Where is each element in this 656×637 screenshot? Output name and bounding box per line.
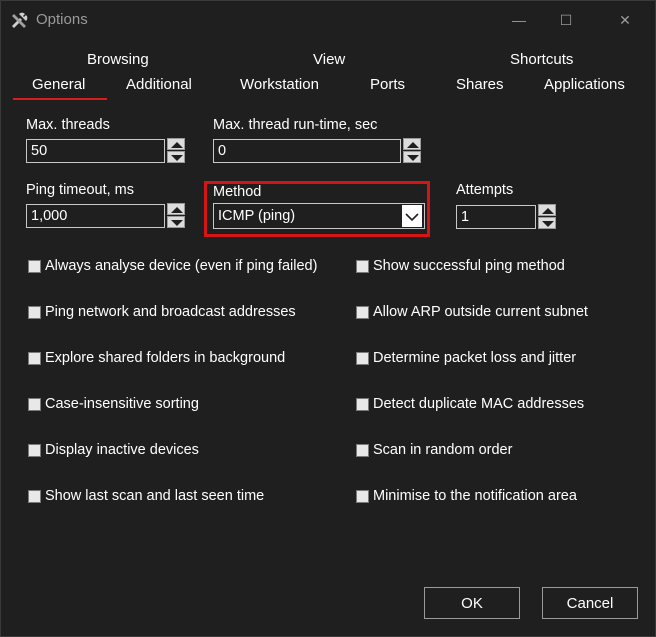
spin-down-button[interactable] <box>167 216 185 228</box>
checkbox-explore-shared[interactable]: Explore shared folders in background <box>28 350 285 366</box>
window-title: Options <box>36 11 88 28</box>
checkbox-box[interactable] <box>28 305 41 319</box>
ping-timeout-label: Ping timeout, ms <box>26 182 134 198</box>
tab-applications[interactable]: Applications <box>544 76 625 93</box>
checkbox-label: Allow ARP outside current subnet <box>373 304 588 320</box>
active-tab-indicator <box>13 98 107 100</box>
checkbox-box[interactable] <box>356 397 369 411</box>
checkbox-box[interactable] <box>356 305 369 319</box>
attempts-input[interactable]: 1 <box>456 205 536 229</box>
checkbox-label: Show successful ping method <box>373 258 565 274</box>
checkbox-duplicate-mac[interactable]: Detect duplicate MAC addresses <box>356 396 584 412</box>
max-threads-input[interactable]: 50 <box>26 139 165 163</box>
title-bar: Options — ☐ ✕ <box>1 1 655 39</box>
checkbox-label: Scan in random order <box>373 442 513 458</box>
triangle-down-icon <box>171 220 183 226</box>
checkbox-label: Case-insensitive sorting <box>45 396 199 412</box>
checkbox-box[interactable] <box>28 259 41 273</box>
tools-icon <box>12 12 28 28</box>
checkbox-label: Explore shared folders in background <box>45 350 286 366</box>
checkbox-box[interactable] <box>356 489 369 503</box>
attempts-label: Attempts <box>456 182 514 198</box>
checkbox-label: Display inactive devices <box>45 442 199 458</box>
checkbox-label: Always analyse device (even if ping fail… <box>45 258 318 274</box>
spin-up-button[interactable] <box>167 203 185 215</box>
checkbox-always-analyse[interactable]: Always analyse device (even if ping fail… <box>28 258 317 274</box>
checkbox-allow-arp[interactable]: Allow ARP outside current subnet <box>356 304 588 320</box>
maximize-icon: ☐ <box>559 11 573 28</box>
spin-up-button[interactable] <box>538 204 556 216</box>
spin-up-button[interactable] <box>167 138 185 150</box>
checkbox-box[interactable] <box>356 351 369 365</box>
cancel-button[interactable]: Cancel <box>542 587 638 619</box>
maximize-button[interactable]: ☐ <box>543 1 589 39</box>
checkbox-packet-loss[interactable]: Determine packet loss and jitter <box>356 350 576 366</box>
triangle-up-icon <box>171 207 183 213</box>
checkbox-random-order[interactable]: Scan in random order <box>356 442 512 458</box>
minimize-button[interactable]: — <box>496 1 542 39</box>
checkbox-case-insensitive[interactable]: Case-insensitive sorting <box>28 396 199 412</box>
triangle-down-icon <box>407 155 419 161</box>
spin-up-button[interactable] <box>403 138 421 150</box>
tab-view[interactable]: View <box>313 51 345 68</box>
checkbox-box[interactable] <box>28 397 41 411</box>
options-dialog: Options — ☐ ✕ Browsing View Shortcuts Ge… <box>0 0 656 637</box>
method-value: ICMP (ping) <box>218 208 296 224</box>
tab-workstation[interactable]: Workstation <box>240 76 319 93</box>
max-runtime-label: Max. thread run-time, sec <box>213 117 378 133</box>
checkbox-label: Minimise to the notification area <box>373 488 577 504</box>
chevron-down-icon <box>402 205 422 227</box>
checkbox-label: Detect duplicate MAC addresses <box>373 396 585 412</box>
tab-shortcuts[interactable]: Shortcuts <box>510 51 573 68</box>
checkbox-box[interactable] <box>28 489 41 503</box>
max-threads-spinner[interactable] <box>167 138 185 164</box>
ping-timeout-input[interactable]: 1,000 <box>26 204 165 228</box>
checkbox-box[interactable] <box>356 259 369 273</box>
checkbox-label: Show last scan and last seen time <box>45 488 265 504</box>
checkbox-label: Ping network and broadcast addresses <box>45 304 296 320</box>
triangle-up-icon <box>407 142 419 148</box>
checkbox-display-inactive[interactable]: Display inactive devices <box>28 442 199 458</box>
spin-down-button[interactable] <box>403 151 421 163</box>
tab-browsing[interactable]: Browsing <box>87 51 149 68</box>
spin-down-button[interactable] <box>538 217 556 229</box>
attempts-spinner[interactable] <box>538 204 556 230</box>
max-runtime-spinner[interactable] <box>403 138 421 164</box>
minimize-icon: — <box>512 12 526 28</box>
checkbox-ping-network[interactable]: Ping network and broadcast addresses <box>28 304 296 320</box>
close-icon: ✕ <box>619 11 631 28</box>
tab-general[interactable]: General <box>32 76 85 93</box>
tab-ports[interactable]: Ports <box>370 76 405 93</box>
max-threads-label: Max. threads <box>26 117 110 133</box>
checkbox-box[interactable] <box>356 443 369 457</box>
triangle-up-icon <box>542 208 554 214</box>
checkbox-show-last-scan[interactable]: Show last scan and last seen time <box>28 488 264 504</box>
triangle-down-icon <box>171 155 183 161</box>
checkbox-minimise-tray[interactable]: Minimise to the notification area <box>356 488 577 504</box>
checkbox-show-ping-method[interactable]: Show successful ping method <box>356 258 565 274</box>
checkbox-box[interactable] <box>28 351 41 365</box>
triangle-up-icon <box>171 142 183 148</box>
tab-shares[interactable]: Shares <box>456 76 504 93</box>
checkbox-label: Determine packet loss and jitter <box>373 350 577 366</box>
triangle-down-icon <box>542 221 554 227</box>
ok-button[interactable]: OK <box>424 587 520 619</box>
max-runtime-input[interactable]: 0 <box>213 139 401 163</box>
method-label: Method <box>213 184 262 200</box>
checkbox-box[interactable] <box>28 443 41 457</box>
spin-down-button[interactable] <box>167 151 185 163</box>
ping-timeout-spinner[interactable] <box>167 203 185 229</box>
method-select[interactable]: ICMP (ping) <box>213 203 425 229</box>
close-button[interactable]: ✕ <box>602 1 648 39</box>
tab-additional[interactable]: Additional <box>126 76 192 93</box>
